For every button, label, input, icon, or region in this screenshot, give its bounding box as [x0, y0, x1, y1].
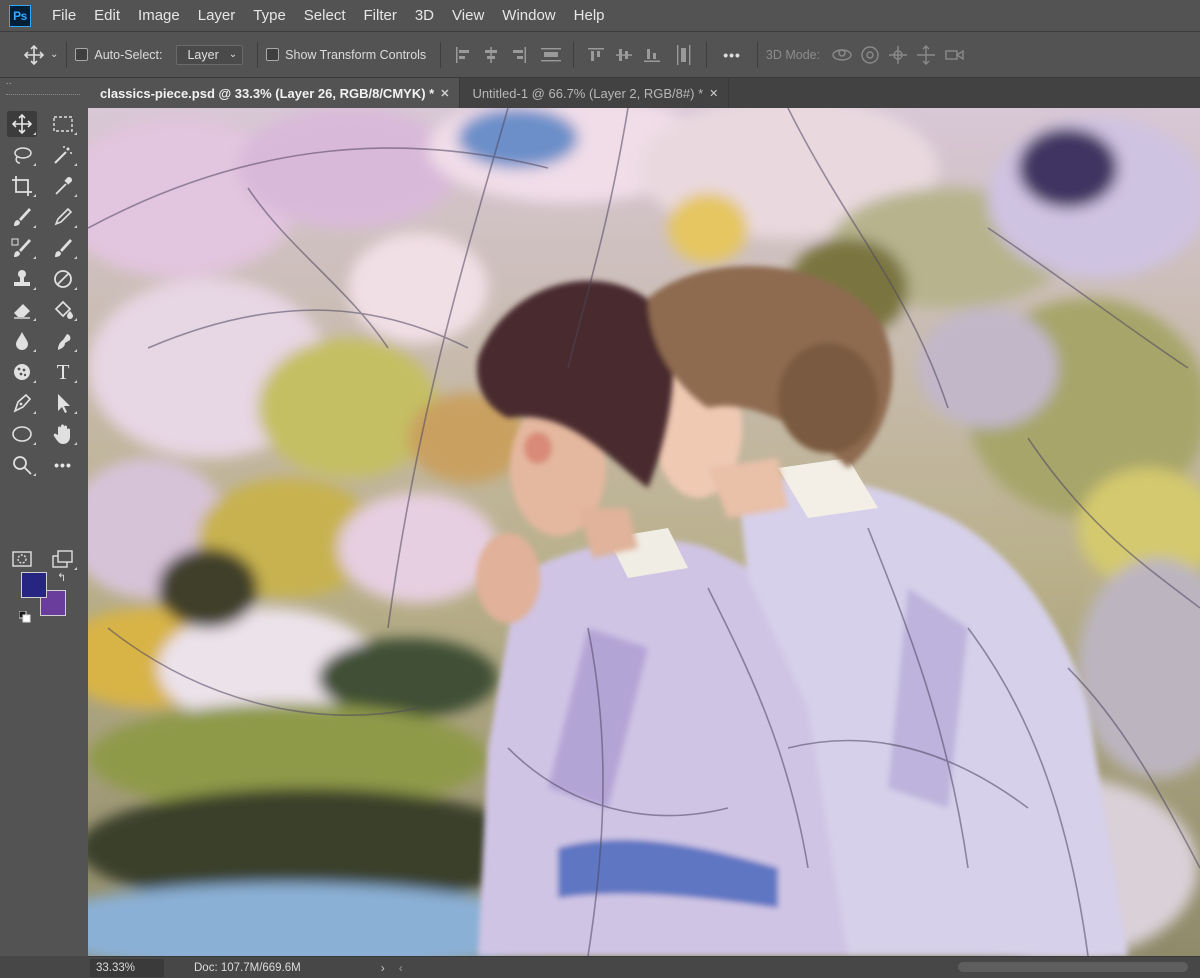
divider — [66, 41, 68, 68]
divider — [257, 41, 259, 68]
align-middle-icon[interactable] — [610, 41, 638, 69]
chevron-down-icon: ⌄ — [228, 49, 238, 60]
swap-colors-icon[interactable]: ↰ — [57, 571, 66, 584]
menu-bar: Ps File Edit Image Layer Type Select Fil… — [0, 0, 1200, 32]
document-size-info: Doc: 107.7M/669.6M — [194, 961, 301, 974]
scroll-left-icon[interactable]: ‹ — [399, 961, 403, 975]
align-center-icon[interactable] — [477, 41, 505, 69]
scale-3d-icon[interactable] — [940, 41, 968, 69]
eyedropper-icon[interactable] — [48, 173, 78, 199]
foreground-color-swatch[interactable] — [21, 572, 47, 598]
horizontal-scrollbar[interactable] — [958, 962, 1188, 972]
toolbox-grip[interactable] — [6, 94, 80, 97]
menu-layer[interactable]: Layer — [189, 0, 245, 32]
divider — [440, 41, 442, 68]
menu-select[interactable]: Select — [295, 0, 355, 32]
more-options-icon[interactable]: ••• — [723, 47, 741, 63]
history-brush-icon[interactable] — [48, 235, 78, 261]
tab-classics-piece[interactable]: classics-piece.psd @ 33.3% (Layer 26, RG… — [88, 78, 461, 108]
auto-select-dropdown[interactable]: Layer ⌄ — [176, 44, 244, 65]
align-top-icon[interactable] — [582, 41, 610, 69]
sponge-icon[interactable] — [7, 359, 37, 385]
zoom-level-field[interactable]: 33.33% — [90, 958, 164, 977]
align-bottom-icon[interactable] — [638, 41, 666, 69]
align-right-icon[interactable] — [505, 41, 533, 69]
more-tools-icon[interactable]: ••• — [48, 452, 78, 478]
zoom-icon[interactable] — [7, 452, 37, 478]
ellipse-icon[interactable] — [7, 421, 37, 447]
blur-icon[interactable] — [7, 328, 37, 354]
orbit-3d-icon[interactable] — [828, 41, 856, 69]
painting-artwork — [88, 108, 1200, 956]
align-left-icon[interactable] — [449, 41, 477, 69]
clone-stamp-icon[interactable] — [7, 266, 37, 292]
photoshop-logo-icon[interactable]: Ps — [9, 4, 31, 27]
screen-mode-icon[interactable] — [48, 546, 78, 572]
menu-type[interactable]: Type — [244, 0, 295, 32]
menu-edit[interactable]: Edit — [85, 0, 129, 32]
document-tabs: classics-piece.psd @ 33.3% (Layer 26, RG… — [88, 78, 1200, 108]
quick-mask-icon[interactable] — [7, 546, 37, 572]
3d-mode-label: 3D Mode: — [765, 47, 821, 62]
show-transform-checkbox[interactable] — [266, 48, 280, 61]
pen-icon[interactable] — [7, 390, 37, 416]
close-icon[interactable]: ✕ — [709, 87, 718, 100]
show-transform-label: Show Transform Controls — [285, 47, 427, 62]
move-tool-icon[interactable] — [7, 111, 37, 137]
distribute-horizontal-icon[interactable] — [670, 41, 698, 69]
auto-select-label: Auto-Select: — [94, 47, 163, 62]
smudge-icon[interactable] — [48, 328, 78, 354]
type-icon[interactable]: T — [48, 359, 78, 385]
magic-wand-icon[interactable] — [48, 142, 78, 168]
menu-help[interactable]: Help — [565, 0, 614, 32]
preset-dropdown-icon[interactable]: ⌄ — [50, 49, 58, 60]
default-colors-icon[interactable] — [18, 610, 31, 623]
auto-select-value: Layer — [187, 47, 219, 62]
status-left-strip — [0, 956, 88, 978]
rectangular-marquee-icon[interactable] — [48, 111, 78, 137]
status-bar: 33.33% Doc: 107.7M/669.6M › ‹ — [88, 956, 1200, 978]
tab-label: classics-piece.psd @ 33.3% (Layer 26, RG… — [100, 85, 435, 101]
spot-healing-icon[interactable] — [48, 266, 78, 292]
close-icon[interactable]: ✕ — [440, 87, 449, 100]
roll-3d-icon[interactable] — [856, 41, 884, 69]
pan-3d-icon[interactable] — [884, 41, 912, 69]
status-menu-arrow-icon[interactable]: › — [381, 961, 385, 975]
clone-source-brush-icon[interactable] — [7, 235, 37, 261]
move-tool-preset-icon[interactable] — [20, 41, 48, 69]
path-selection-icon[interactable] — [48, 390, 78, 416]
brush-icon[interactable] — [7, 204, 37, 230]
divider — [756, 41, 758, 68]
document-canvas[interactable] — [88, 108, 1200, 956]
slide-3d-icon[interactable] — [912, 41, 940, 69]
eraser-icon[interactable] — [7, 297, 37, 323]
tab-untitled-1[interactable]: Untitled-1 @ 66.7% (Layer 2, RGB/8#) * ✕ — [460, 78, 730, 108]
crop-icon[interactable] — [7, 173, 37, 199]
toolbox: T ••• ↰ — [0, 84, 86, 964]
auto-select-checkbox[interactable] — [75, 48, 89, 61]
menu-filter[interactable]: Filter — [355, 0, 406, 32]
type-glyph: T — [56, 359, 70, 384]
divider — [706, 41, 708, 68]
menu-3d[interactable]: 3D — [406, 0, 443, 32]
pencil-icon[interactable] — [48, 204, 78, 230]
distribute-vertical-icon[interactable] — [537, 41, 565, 69]
tab-label: Untitled-1 @ 66.7% (Layer 2, RGB/8#) * — [472, 85, 704, 101]
menu-view[interactable]: View — [443, 0, 493, 32]
menu-window[interactable]: Window — [493, 0, 564, 32]
menu-image[interactable]: Image — [129, 0, 189, 32]
more-tools-glyph: ••• — [54, 457, 72, 473]
hand-icon[interactable] — [48, 421, 78, 447]
divider — [573, 41, 575, 68]
lasso-icon[interactable] — [7, 142, 37, 168]
menu-file[interactable]: File — [43, 0, 85, 32]
paint-bucket-icon[interactable] — [48, 297, 78, 323]
options-bar: ⌄ Auto-Select: Layer ⌄ Show Transform Co… — [0, 32, 1200, 78]
